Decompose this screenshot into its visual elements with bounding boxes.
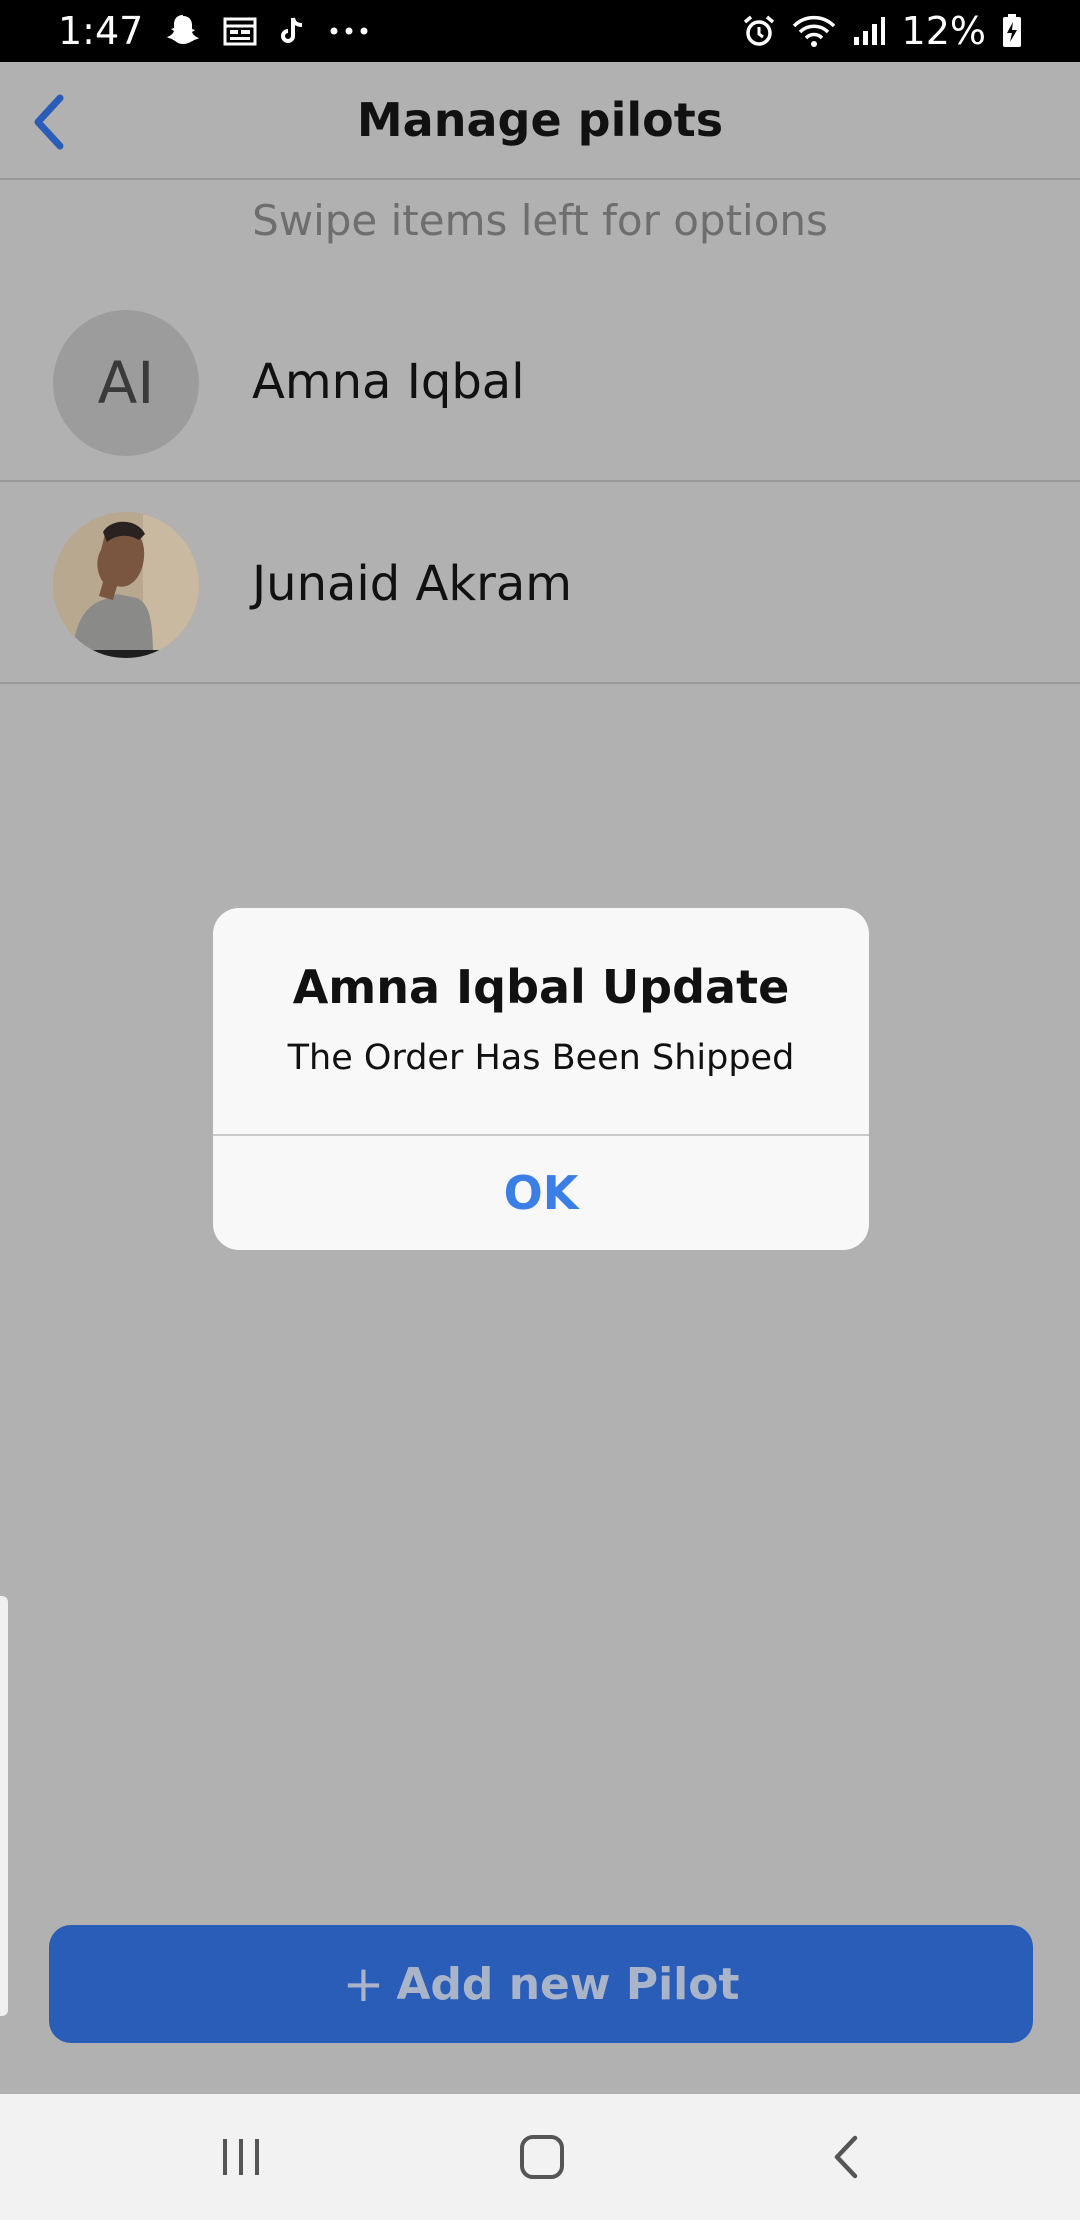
tiktok-icon <box>279 15 307 47</box>
system-back-button[interactable] <box>806 2124 886 2190</box>
pilot-list-item[interactable]: AI Amna Iqbal <box>0 280 1080 482</box>
recent-apps-icon <box>223 2139 259 2175</box>
calendar-icon <box>223 16 257 46</box>
add-pilot-button[interactable]: + Add new Pilot <box>49 1925 1033 2043</box>
back-arrow-icon <box>834 2135 858 2179</box>
avatar: AI <box>53 310 199 456</box>
page-title: Manage pilots <box>356 93 724 147</box>
battery-charging-icon <box>1002 14 1022 48</box>
snapchat-icon <box>165 14 201 48</box>
home-button[interactable] <box>502 2124 582 2190</box>
signal-icon <box>852 15 886 47</box>
plus-icon: + <box>342 1955 385 2013</box>
pilot-list: AI Amna Iqbal Junaid Akram <box>0 280 1080 684</box>
edge-panel-handle[interactable] <box>0 1596 8 2016</box>
more-dots-icon <box>329 26 369 36</box>
person-photo-icon <box>53 512 199 658</box>
pilot-name: Amna Iqbal <box>252 354 525 410</box>
alarm-icon <box>742 14 776 48</box>
status-time: 1:47 <box>58 9 144 53</box>
avatar <box>53 512 199 658</box>
system-nav-bar <box>0 2094 1080 2220</box>
home-icon <box>520 2135 564 2179</box>
battery-percent: 12% <box>901 9 986 53</box>
app-header: Manage pilots <box>0 62 1080 180</box>
recent-apps-button[interactable] <box>201 2124 281 2190</box>
add-pilot-label: Add new Pilot <box>396 1958 740 2010</box>
status-bar: 1:47 12% <box>0 0 1080 62</box>
dialog-message: The Order Has Been Shipped <box>287 1038 795 1078</box>
ok-button[interactable]: OK <box>213 1136 869 1250</box>
wifi-icon <box>792 14 836 48</box>
alert-dialog: Amna Iqbal Update The Order Has Been Shi… <box>213 908 869 1250</box>
pilot-list-item[interactable]: Junaid Akram <box>0 482 1080 684</box>
swipe-hint: Swipe items left for options <box>252 196 828 245</box>
pilot-name: Junaid Akram <box>252 556 573 612</box>
dialog-title: Amna Iqbal Update <box>292 960 790 1014</box>
